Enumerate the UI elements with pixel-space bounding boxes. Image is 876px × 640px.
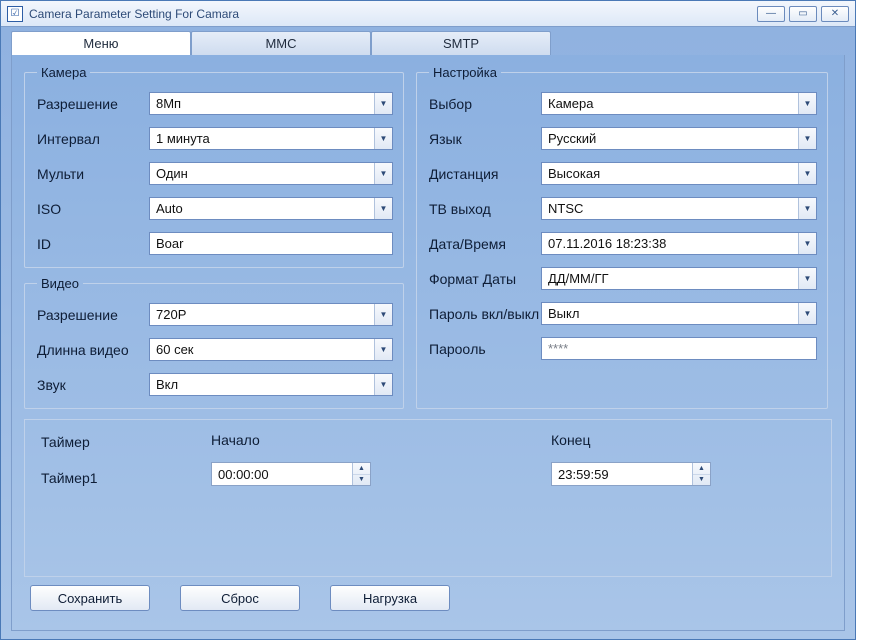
minimize-button[interactable]: — bbox=[757, 6, 785, 22]
camera-multi-label: Мульти bbox=[37, 166, 149, 182]
group-video: Видео Разрешение 720P▼ Длинна видео 60 с… bbox=[24, 276, 404, 409]
chevron-down-icon: ▼ bbox=[798, 128, 816, 149]
group-camera: Камера Разрешение 8Мп▼ Интервал 1 минута… bbox=[24, 65, 404, 268]
settings-pwd-label: Пароοль bbox=[429, 341, 541, 357]
settings-datetime-label: Дата/Время bbox=[429, 236, 541, 252]
camera-id-label: ID bbox=[37, 236, 149, 252]
camera-multi-select[interactable]: Один▼ bbox=[149, 162, 393, 185]
chevron-down-icon: ▼ bbox=[798, 93, 816, 114]
settings-datefmt-select[interactable]: ДД/ММ/ГГ▼ bbox=[541, 267, 817, 290]
button-bar: Сохранить Сброс Нагрузка bbox=[24, 577, 832, 611]
chevron-up-icon: ▲ bbox=[353, 463, 370, 475]
timer-start-label: Начало bbox=[211, 432, 411, 448]
video-resolution-select[interactable]: 720P▼ bbox=[149, 303, 393, 326]
camera-id-input[interactable]: Boar bbox=[149, 232, 393, 255]
settings-pwd-toggle-select[interactable]: Выкл▼ bbox=[541, 302, 817, 325]
settings-mode-select[interactable]: Камера▼ bbox=[541, 92, 817, 115]
camera-resolution-select[interactable]: 8Мп▼ bbox=[149, 92, 393, 115]
video-sound-label: Звук bbox=[37, 377, 149, 393]
chevron-down-icon: ▼ bbox=[798, 268, 816, 289]
spinner-buttons[interactable]: ▲▼ bbox=[352, 463, 370, 485]
reset-button[interactable]: Сброс bbox=[180, 585, 300, 611]
chevron-down-icon: ▼ bbox=[798, 303, 816, 324]
video-sound-select[interactable]: Вкл▼ bbox=[149, 373, 393, 396]
timer-start-input[interactable]: 00:00:00 ▲▼ bbox=[211, 462, 371, 486]
chevron-down-icon: ▼ bbox=[374, 163, 392, 184]
video-duration-select[interactable]: 60 сек▼ bbox=[149, 338, 393, 361]
chevron-down-icon: ▼ bbox=[374, 374, 392, 395]
video-duration-label: Длинна видео bbox=[37, 342, 149, 358]
tab-strip: Меню MMC SMTP bbox=[1, 27, 855, 55]
chevron-down-icon: ▼ bbox=[374, 93, 392, 114]
camera-interval-select[interactable]: 1 минута▼ bbox=[149, 127, 393, 150]
chevron-down-icon: ▼ bbox=[374, 128, 392, 149]
group-settings-legend: Настройка bbox=[429, 65, 501, 80]
timer-end-input[interactable]: 23:59:59 ▲▼ bbox=[551, 462, 711, 486]
camera-iso-label: ISO bbox=[37, 201, 149, 217]
settings-pwd-input[interactable]: **** bbox=[541, 337, 817, 360]
camera-iso-select[interactable]: Auto▼ bbox=[149, 197, 393, 220]
window-title: Camera Parameter Setting For Camara bbox=[29, 7, 239, 21]
chevron-down-icon: ▼ bbox=[353, 475, 370, 486]
spinner-buttons[interactable]: ▲▼ bbox=[692, 463, 710, 485]
settings-datefmt-label: Формат Даты bbox=[429, 271, 541, 287]
titlebar: Camera Parameter Setting For Camara — ▭ … bbox=[1, 1, 855, 27]
chevron-down-icon: ▼ bbox=[693, 475, 710, 486]
settings-tvout-select[interactable]: NTSC▼ bbox=[541, 197, 817, 220]
tab-menu[interactable]: Меню bbox=[11, 31, 191, 55]
settings-language-select[interactable]: Русский▼ bbox=[541, 127, 817, 150]
chevron-down-icon: ▼ bbox=[798, 163, 816, 184]
chevron-down-icon: ▼ bbox=[374, 198, 392, 219]
group-camera-legend: Камера bbox=[37, 65, 90, 80]
settings-distance-select[interactable]: Высокая▼ bbox=[541, 162, 817, 185]
save-button[interactable]: Сохранить bbox=[30, 585, 150, 611]
close-button[interactable]: ✕ bbox=[821, 6, 849, 22]
group-settings: Настройка Выбор Камера▼ Язык Русский▼ Ди… bbox=[416, 65, 828, 409]
chevron-down-icon: ▼ bbox=[374, 339, 392, 360]
settings-datetime-select[interactable]: 07.11.2016 18:23:38▼ bbox=[541, 232, 817, 255]
timer1-label: Таймер1 bbox=[41, 470, 181, 486]
camera-interval-label: Интервал bbox=[37, 131, 149, 147]
app-icon bbox=[7, 6, 23, 22]
settings-mode-label: Выбор bbox=[429, 96, 541, 112]
group-video-legend: Видео bbox=[37, 276, 83, 291]
app-window: Camera Parameter Setting For Camara — ▭ … bbox=[0, 0, 856, 640]
chevron-up-icon: ▲ bbox=[693, 463, 710, 475]
tab-smtp[interactable]: SMTP bbox=[371, 31, 551, 55]
settings-distance-label: Дистанция bbox=[429, 166, 541, 182]
video-resolution-label: Разрешение bbox=[37, 307, 149, 323]
tab-mmc[interactable]: MMC bbox=[191, 31, 371, 55]
settings-language-label: Язык bbox=[429, 131, 541, 147]
load-button[interactable]: Нагрузка bbox=[330, 585, 450, 611]
chevron-down-icon: ▼ bbox=[374, 304, 392, 325]
timer-title: Таймер bbox=[41, 434, 181, 450]
settings-pwd-toggle-label: Пароль вкл/выкл bbox=[429, 306, 541, 322]
camera-resolution-label: Разрешение bbox=[37, 96, 149, 112]
main-panel: Камера Разрешение 8Мп▼ Интервал 1 минута… bbox=[11, 55, 845, 631]
chevron-down-icon: ▼ bbox=[798, 233, 816, 254]
group-timer: Таймер Таймер1 Начало 00:00:00 ▲▼ Конец … bbox=[24, 419, 832, 577]
maximize-button[interactable]: ▭ bbox=[789, 6, 817, 22]
chevron-down-icon: ▼ bbox=[798, 198, 816, 219]
timer-end-label: Конец bbox=[551, 432, 751, 448]
settings-tvout-label: ТВ выход bbox=[429, 201, 541, 217]
